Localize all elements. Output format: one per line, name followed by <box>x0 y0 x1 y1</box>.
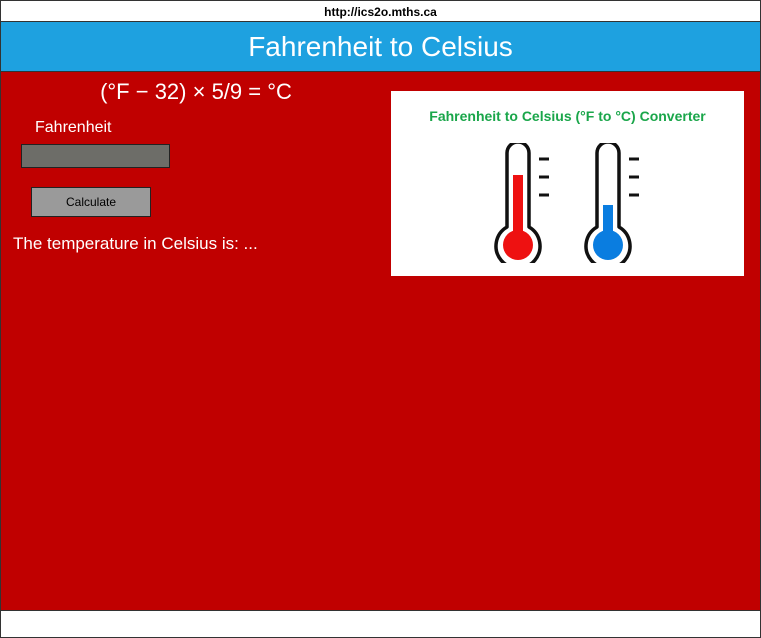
conversion-formula: (°F − 32) × 5/9 = °C <box>100 79 292 104</box>
browser-frame: http://ics2o.mths.ca Fahrenheit to Celsi… <box>0 0 761 638</box>
page-header: Fahrenheit to Celsius <box>1 22 760 72</box>
celsius-result: The temperature in Celsius is: ... <box>13 234 258 253</box>
converter-illustration: Fahrenheit to Celsius (°F to °C) Convert… <box>391 91 744 276</box>
calculate-button[interactable]: Calculate <box>31 187 151 217</box>
illustration-title: Fahrenheit to Celsius (°F to °C) Convert… <box>429 108 706 124</box>
page-title: Fahrenheit to Celsius <box>248 31 513 62</box>
main-panel: (°F − 32) × 5/9 = °C Fahrenheit Calculat… <box>1 72 760 611</box>
hot-thermometer-icon <box>494 143 549 263</box>
fahrenheit-label: Fahrenheit <box>35 119 112 136</box>
fahrenheit-input[interactable] <box>21 144 170 168</box>
cold-thermometer-icon <box>584 143 639 263</box>
page-footer <box>1 611 760 637</box>
address-bar[interactable]: http://ics2o.mths.ca <box>1 1 760 22</box>
